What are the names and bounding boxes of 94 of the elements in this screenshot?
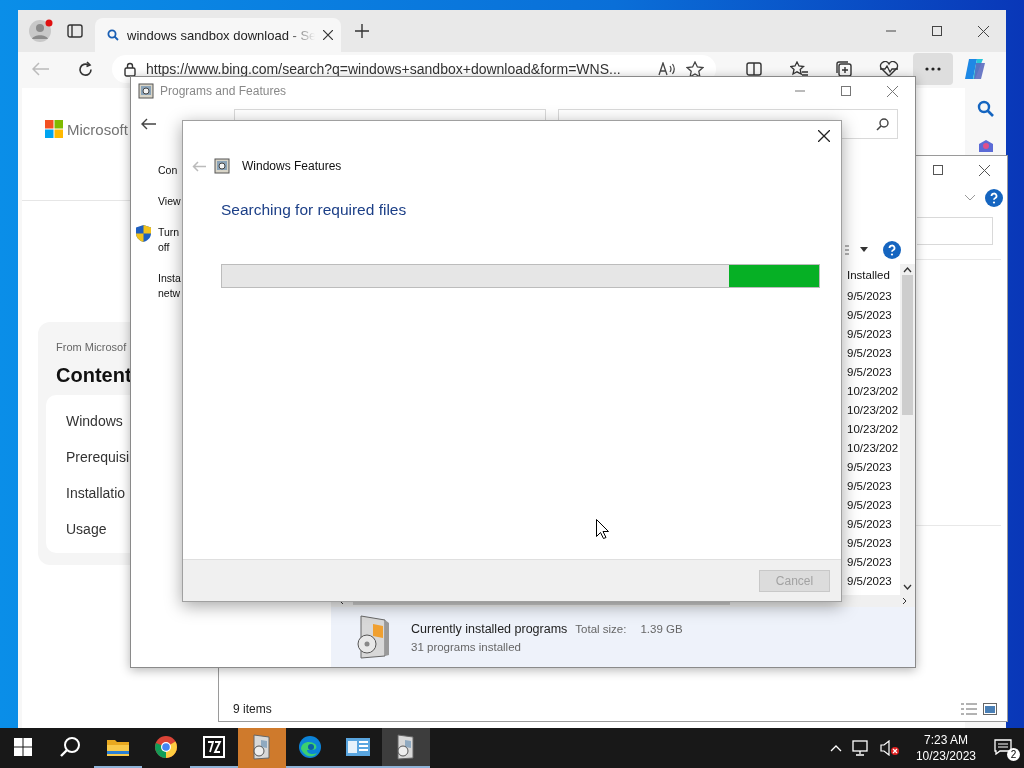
date-cell: 9/5/2023 <box>847 479 892 492</box>
date-cell: 10/23/202 <box>847 403 899 416</box>
network-icon[interactable] <box>851 740 870 756</box>
card-heading: Content <box>56 364 133 387</box>
star-icon[interactable] <box>686 60 704 78</box>
window-title: Programs and Features <box>160 84 288 98</box>
lock-icon <box>124 61 136 77</box>
notification-count: 2 <box>1007 748 1020 761</box>
favorites-icon[interactable] <box>789 61 808 77</box>
archive-app-icon[interactable] <box>202 735 226 759</box>
close-icon <box>977 25 989 37</box>
heart-pulse-icon[interactable] <box>878 61 899 77</box>
close-button[interactable] <box>816 128 832 144</box>
new-tab-icon[interactable] <box>355 24 369 38</box>
date-cell: 9/5/2023 <box>847 498 892 511</box>
app-icon <box>138 83 154 99</box>
copilot-icon[interactable] <box>963 57 987 81</box>
clock[interactable]: 7:23 AM 10/23/2023 <box>915 732 976 764</box>
clock-time: 7:23 AM <box>923 732 968 748</box>
contents-link[interactable]: Installatio <box>66 485 126 501</box>
more-icon[interactable] <box>925 67 941 71</box>
contents-link[interactable]: Usage <box>66 521 107 537</box>
date-cell: 10/23/202 <box>847 384 899 397</box>
details-title: Currently installed programs <box>411 621 568 636</box>
view-options-icon[interactable] <box>845 245 869 255</box>
maximize-icon <box>841 86 851 96</box>
item-count: 9 items <box>233 701 272 716</box>
search-icon <box>876 117 889 131</box>
read-aloud-icon[interactable] <box>658 62 676 76</box>
chevron-right-icon[interactable] <box>902 597 907 605</box>
profile-avatar-icon[interactable] <box>29 19 53 43</box>
search-icon[interactable] <box>976 100 995 118</box>
url-text: https://www.bing.com/search?q=windows+sandbox+download&form=WNS... <box>146 62 622 76</box>
program-count: 31 programs installed <box>411 640 522 653</box>
dialog-title: Windows Features <box>242 159 342 173</box>
back-icon[interactable] <box>141 118 156 130</box>
card-eyebrow: From Microsof <box>56 341 128 353</box>
date-cell: 9/5/2023 <box>847 289 892 302</box>
date-cell: 9/5/2023 <box>847 574 892 587</box>
date-cell: 10/23/202 <box>847 441 899 454</box>
close-icon <box>978 164 990 176</box>
contents-link[interactable]: Windows <box>66 413 123 429</box>
close-icon <box>818 130 830 142</box>
help-icon[interactable] <box>883 241 901 259</box>
task-link[interactable]: View <box>158 194 181 209</box>
logo-text: Microsoft <box>67 120 128 138</box>
logo-icon <box>45 120 63 138</box>
date-cell: 9/5/2023 <box>847 365 892 378</box>
column-header[interactable]: Installed <box>847 269 890 281</box>
maximize-icon <box>933 165 943 175</box>
mouse-pointer-icon <box>596 519 609 539</box>
total-size-label: Total size: <box>575 622 627 635</box>
date-cell: 10/23/202 <box>847 422 899 435</box>
date-cell: 9/5/2023 <box>847 536 892 549</box>
task-link[interactable]: Insta netw <box>158 271 181 301</box>
features-icon <box>214 158 230 174</box>
tiles-view-icon[interactable] <box>983 702 997 715</box>
help-icon[interactable] <box>985 188 1003 207</box>
split-screen-icon[interactable] <box>745 61 762 77</box>
chevron-down-icon[interactable] <box>903 584 912 590</box>
status-heading: Searching for required files <box>221 201 408 219</box>
vertical-scrollbar[interactable] <box>900 264 915 595</box>
date-cell: 9/5/2023 <box>847 517 892 530</box>
date-cell: 9/5/2023 <box>847 346 892 359</box>
tab-layout-icon[interactable] <box>67 23 83 39</box>
close-icon[interactable] <box>323 30 333 40</box>
date-cell: 9/5/2023 <box>847 327 892 340</box>
collections-icon[interactable] <box>834 60 853 78</box>
search-icon <box>107 29 119 41</box>
maximize-icon <box>932 26 942 36</box>
search-field[interactable] <box>917 217 993 245</box>
control-panel-icon[interactable] <box>345 736 371 758</box>
folder-icon[interactable] <box>106 737 130 757</box>
search-icon <box>59 736 81 758</box>
contents-link[interactable]: Prerequisi <box>66 449 130 465</box>
refresh-icon[interactable] <box>77 60 94 78</box>
date-cell: 9/5/2023 <box>847 460 892 473</box>
software-box-icon[interactable] <box>251 734 273 760</box>
task-link[interactable]: Turn off <box>158 225 180 255</box>
taskbar-app-button[interactable] <box>382 728 430 768</box>
software-box-icon[interactable] <box>395 734 417 760</box>
total-size-value: 1.39 GB <box>640 622 683 635</box>
app-icon[interactable] <box>976 138 995 152</box>
clock-date: 10/23/2023 <box>915 748 976 764</box>
close-icon <box>886 85 898 97</box>
notification-icon <box>994 739 1012 755</box>
chevron-up-icon[interactable] <box>903 267 912 273</box>
task-link[interactable]: Con <box>158 163 178 178</box>
date-cell: 9/5/2023 <box>847 308 892 321</box>
date-cell: 9/5/2023 <box>847 555 892 568</box>
windows-logo-icon <box>14 738 32 756</box>
edge-icon[interactable] <box>298 735 322 759</box>
chrome-icon[interactable] <box>154 735 178 759</box>
volume-muted-icon[interactable] <box>879 740 900 756</box>
